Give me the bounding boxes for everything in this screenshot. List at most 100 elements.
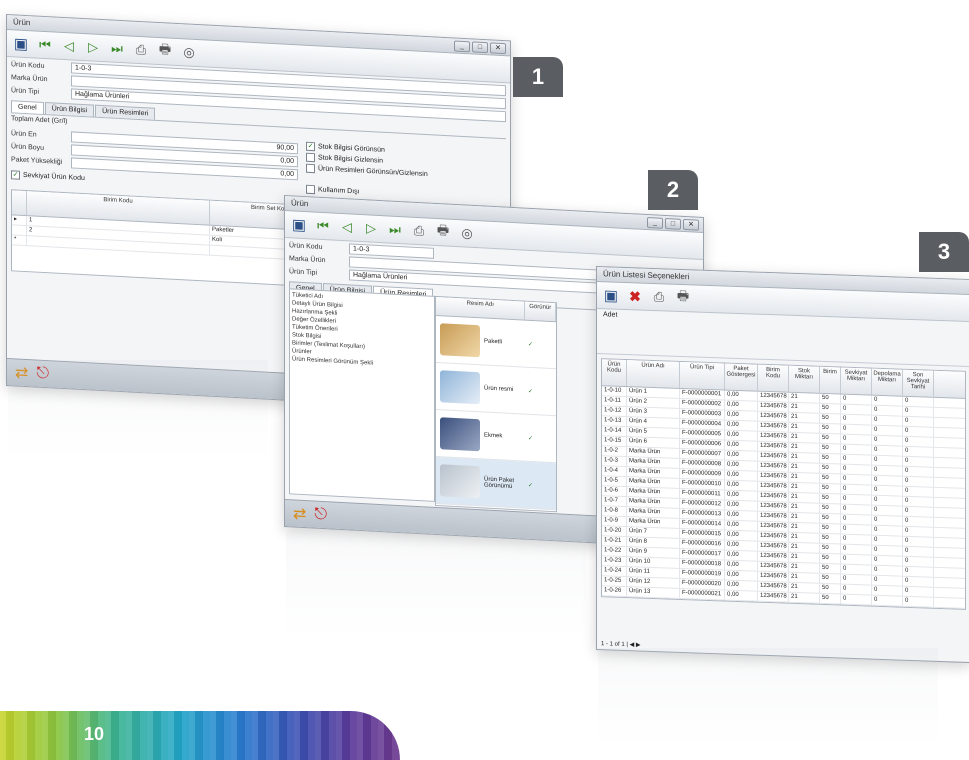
column-header[interactable]: Görünür	[525, 301, 556, 322]
table-cell: F-0000000008	[680, 458, 725, 470]
printer-icon[interactable]: ⎙	[133, 42, 149, 59]
table-cell: 50	[820, 513, 841, 524]
column-header[interactable]: Birim Kodu	[758, 364, 789, 392]
image-row[interactable]: Paketli ✓	[436, 315, 556, 370]
table-cell: 1-0-7	[602, 496, 627, 507]
table-cell: 0	[903, 446, 934, 457]
table-cell: 0	[872, 465, 903, 476]
close-button[interactable]: ✕	[683, 218, 699, 231]
checkbox[interactable]: ✓	[11, 170, 20, 180]
table-cell: 0,00	[725, 590, 758, 601]
visible-check[interactable]: ✓	[528, 387, 533, 394]
save-icon[interactable]: ▣	[13, 35, 29, 53]
band-stripes	[0, 711, 400, 760]
image-row[interactable]: Ürün resmi ✓	[436, 362, 556, 417]
column-header[interactable]: Stok Miktarı	[789, 365, 820, 393]
prev-icon[interactable]: ◁	[339, 219, 355, 236]
table-cell: 12345678	[758, 481, 789, 492]
help-icon[interactable]: ◎	[181, 44, 197, 61]
print-preview-icon[interactable]: 🖶	[157, 41, 173, 60]
table-cell: 50	[820, 493, 841, 504]
image-row-selected[interactable]: Ürün Paket Görünümü ✓	[436, 456, 556, 511]
table-cell: 0	[841, 534, 872, 545]
table-cell: 0	[872, 535, 903, 546]
field-label: Ürün Tipi	[289, 267, 318, 277]
column-header[interactable]: Ürün Tipi	[680, 361, 725, 390]
table-cell: 0	[872, 475, 903, 486]
printer-icon[interactable]: ⎙	[651, 289, 667, 306]
table-cell: Ürün 13	[627, 587, 680, 598]
table-cell: 0	[841, 524, 872, 535]
exit-icon[interactable]: ⎋	[314, 506, 327, 525]
first-icon[interactable]: ⏮	[315, 218, 331, 235]
table-cell: 1-0-26	[602, 586, 627, 597]
first-icon[interactable]: ⏮	[37, 37, 53, 54]
table-cell: 50	[820, 393, 841, 404]
product-list-grid: Ürün Kodu Ürün Adı Ürün Tipi Paket Göste…	[601, 358, 966, 610]
step-badge-2: 2	[648, 170, 698, 210]
refresh-icon[interactable]: ⇄	[293, 503, 306, 524]
window-3-title: Ürün Listesi Seçenekleri	[603, 269, 690, 282]
minimize-button[interactable]: _	[454, 40, 470, 53]
close-button[interactable]: ✕	[490, 42, 506, 55]
prev-icon[interactable]: ◁	[61, 38, 77, 55]
checkbox[interactable]	[306, 163, 315, 174]
table-cell: Marka Ürün	[627, 457, 680, 468]
table-cell: 0	[903, 426, 934, 437]
column-header[interactable]: Sevkiyat Miktarı	[841, 367, 872, 395]
column-header[interactable]: Depolama Miktarı	[872, 368, 903, 396]
column-header[interactable]: Birim	[820, 366, 841, 394]
print-preview-icon[interactable]: 🖶	[435, 222, 451, 241]
table-cell: 21	[789, 552, 820, 563]
checkbox[interactable]	[306, 152, 315, 163]
column-header[interactable]: Son Sevkiyat Tarihi	[903, 369, 934, 397]
column-header[interactable]: Paket Göstergesi	[725, 363, 758, 391]
table-cell: 0	[841, 434, 872, 445]
image-name: Ürün resmi	[484, 385, 514, 394]
table-cell: 0	[903, 416, 934, 427]
table-cell: 0	[903, 496, 934, 507]
delete-icon[interactable]: ✖	[627, 288, 643, 305]
checkbox[interactable]	[306, 184, 315, 195]
maximize-button[interactable]: □	[665, 217, 681, 230]
column-header[interactable]: Ürün Kodu	[602, 359, 627, 387]
next-icon[interactable]: ▷	[363, 220, 379, 237]
column-header[interactable]: Ürün Adı	[627, 360, 680, 388]
tab-product-info[interactable]: Ürün Bilgisi	[44, 102, 95, 117]
table-cell: 1-0-10	[602, 386, 627, 397]
table-cell: 0	[903, 516, 934, 527]
next-icon[interactable]: ▷	[85, 39, 101, 56]
image-row[interactable]: Ekmek ✓	[436, 409, 556, 464]
table-cell: 1-0-13	[602, 416, 627, 427]
window-3-product-list: Ürün Listesi Seçenekleri ▣ ✖ ⎙ 🖶 Adet Ür…	[596, 266, 969, 664]
table-cell: 1-0-11	[602, 396, 627, 407]
last-icon[interactable]: ⏭	[387, 221, 403, 238]
maximize-button[interactable]: □	[472, 41, 488, 54]
table-cell: 50	[820, 533, 841, 544]
visible-check[interactable]: ✓	[528, 434, 533, 441]
print-preview-icon[interactable]: 🖶	[675, 288, 691, 307]
table-cell: 0	[841, 414, 872, 425]
table-cell: F-0000000010	[680, 478, 725, 490]
help-icon[interactable]: ◎	[459, 225, 475, 242]
table-cell: 0	[903, 526, 934, 537]
printer-icon[interactable]: ⎙	[411, 223, 427, 240]
visible-check[interactable]: ✓	[528, 340, 533, 347]
save-icon[interactable]: ▣	[603, 287, 619, 304]
tab-product-images[interactable]: Ürün Resimleri	[95, 104, 156, 120]
table-cell: 21	[789, 512, 820, 523]
table-cell: 12345678	[758, 411, 789, 422]
window-2-reflection	[286, 530, 586, 640]
table-cell: 50	[820, 463, 841, 474]
tab-general[interactable]: Genel	[11, 100, 44, 114]
table-cell: F-0000000002	[680, 398, 725, 410]
visible-check[interactable]: ✓	[528, 481, 533, 488]
minimize-button[interactable]: _	[647, 217, 663, 229]
table-cell: 0	[841, 584, 872, 595]
table-cell: 0	[872, 555, 903, 566]
table-cell: 0	[872, 565, 903, 576]
table-cell: 12345678	[758, 561, 789, 572]
save-icon[interactable]: ▣	[291, 216, 307, 234]
last-icon[interactable]: ⏭	[109, 40, 125, 57]
checkbox[interactable]: ✓	[306, 141, 315, 152]
